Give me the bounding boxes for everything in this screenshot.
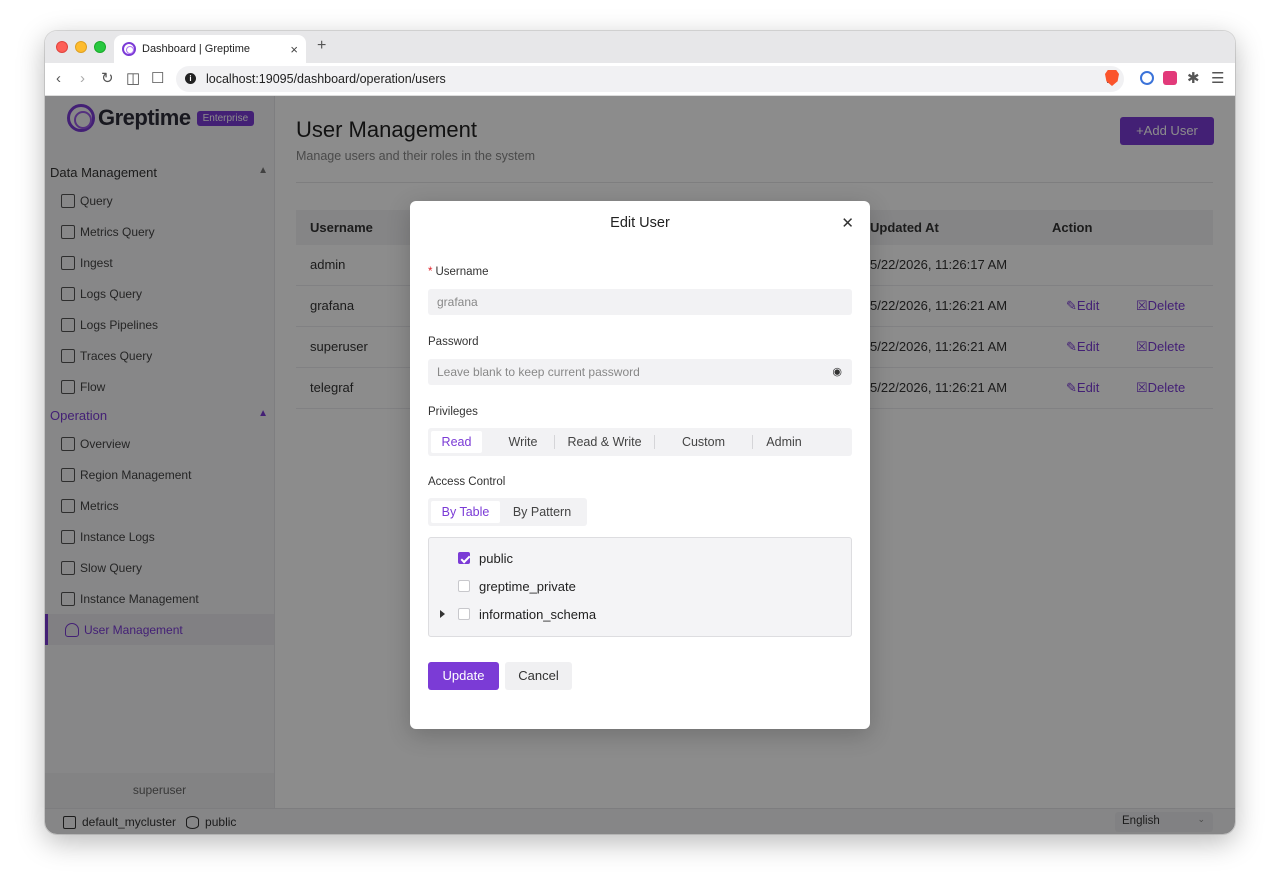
close-icon[interactable]: ✕	[841, 214, 854, 232]
tree-node-label: public	[479, 551, 513, 566]
access-by-pattern[interactable]: By Pattern	[500, 501, 584, 523]
tree-node-label: greptime_private	[479, 579, 576, 594]
tree-node-greptime-private[interactable]: greptime_private	[429, 575, 851, 599]
sidebar-toggle-icon[interactable]: ◫	[126, 69, 140, 89]
password-field[interactable]: Leave blank to keep current password ◉	[428, 359, 852, 385]
required-asterisk: *	[428, 266, 433, 278]
minimize-window-button[interactable]	[75, 41, 87, 53]
checkbox[interactable]	[458, 608, 470, 620]
tree-node-public[interactable]: public	[429, 547, 851, 571]
access-control-segmented-control: By Table By Pattern	[428, 498, 587, 526]
privileges-segmented-control: Read Write Read & Write Custom Admin	[428, 428, 852, 456]
tab-title: Dashboard | Greptime	[142, 43, 251, 55]
privilege-custom[interactable]: Custom	[655, 431, 752, 453]
menu-icon[interactable]: ☰	[1211, 69, 1224, 89]
reload-icon[interactable]: ↻	[101, 69, 114, 89]
privilege-admin[interactable]: Admin	[753, 431, 815, 453]
app-root: Greptime Enterprise Data Management ▲ Qu…	[45, 96, 1235, 834]
greptime-favicon-icon	[122, 42, 136, 56]
schema-tree: public greptime_private information_sche…	[428, 537, 852, 637]
site-info-icon[interactable]: i	[185, 73, 196, 84]
privilege-read-write[interactable]: Read & Write	[555, 431, 654, 453]
access-by-table[interactable]: By Table	[431, 501, 500, 523]
tree-node-information-schema[interactable]: information_schema	[429, 603, 851, 627]
forward-icon[interactable]: ›	[80, 69, 85, 89]
access-control-label: Access Control	[428, 476, 506, 488]
url-text: localhost:19095/dashboard/operation/user…	[206, 72, 446, 86]
close-window-button[interactable]	[56, 41, 68, 53]
back-icon[interactable]: ‹	[56, 69, 61, 89]
bookmark-icon[interactable]: ☐	[151, 69, 164, 89]
checkbox-checked[interactable]	[458, 552, 470, 564]
update-button[interactable]: Update	[428, 662, 499, 690]
tree-node-label: information_schema	[479, 607, 597, 622]
username-label: * Username	[428, 266, 489, 278]
username-field[interactable]: grafana	[428, 289, 852, 315]
expand-arrow-icon[interactable]	[440, 610, 445, 618]
privilege-read[interactable]: Read	[431, 431, 482, 453]
address-bar[interactable]: i localhost:19095/dashboard/operation/us…	[176, 66, 1124, 92]
privilege-write[interactable]: Write	[492, 431, 554, 453]
new-tab-icon[interactable]: +	[317, 37, 326, 55]
extensions-icon[interactable]: ✱	[1187, 69, 1200, 89]
cancel-button[interactable]: Cancel	[505, 662, 572, 690]
privileges-label: Privileges	[428, 406, 478, 418]
eye-off-icon[interactable]: ◉	[832, 365, 842, 378]
browser-tab[interactable]: Dashboard | Greptime ×	[114, 35, 306, 63]
dialog-title: Edit User	[610, 215, 670, 231]
translate-extension-icon[interactable]	[1163, 71, 1177, 85]
username-label-text: Username	[435, 266, 489, 278]
browser-window: Dashboard | Greptime × + ‹ › ↻ ◫ ☐ i loc…	[45, 31, 1235, 834]
fullscreen-window-button[interactable]	[94, 41, 106, 53]
browser-toolbar: ‹ › ↻ ◫ ☐ i localhost:19095/dashboard/op…	[45, 63, 1235, 96]
password-label: Password	[428, 336, 479, 348]
checkbox[interactable]	[458, 580, 470, 592]
tab-strip: Dashboard | Greptime × +	[45, 31, 1235, 63]
password-manager-extension-icon[interactable]	[1140, 71, 1154, 85]
edit-user-dialog: Edit User ✕ * Username grafana Password L…	[410, 201, 870, 729]
tab-close-icon[interactable]: ×	[290, 42, 298, 57]
password-placeholder: Leave blank to keep current password	[437, 365, 640, 379]
